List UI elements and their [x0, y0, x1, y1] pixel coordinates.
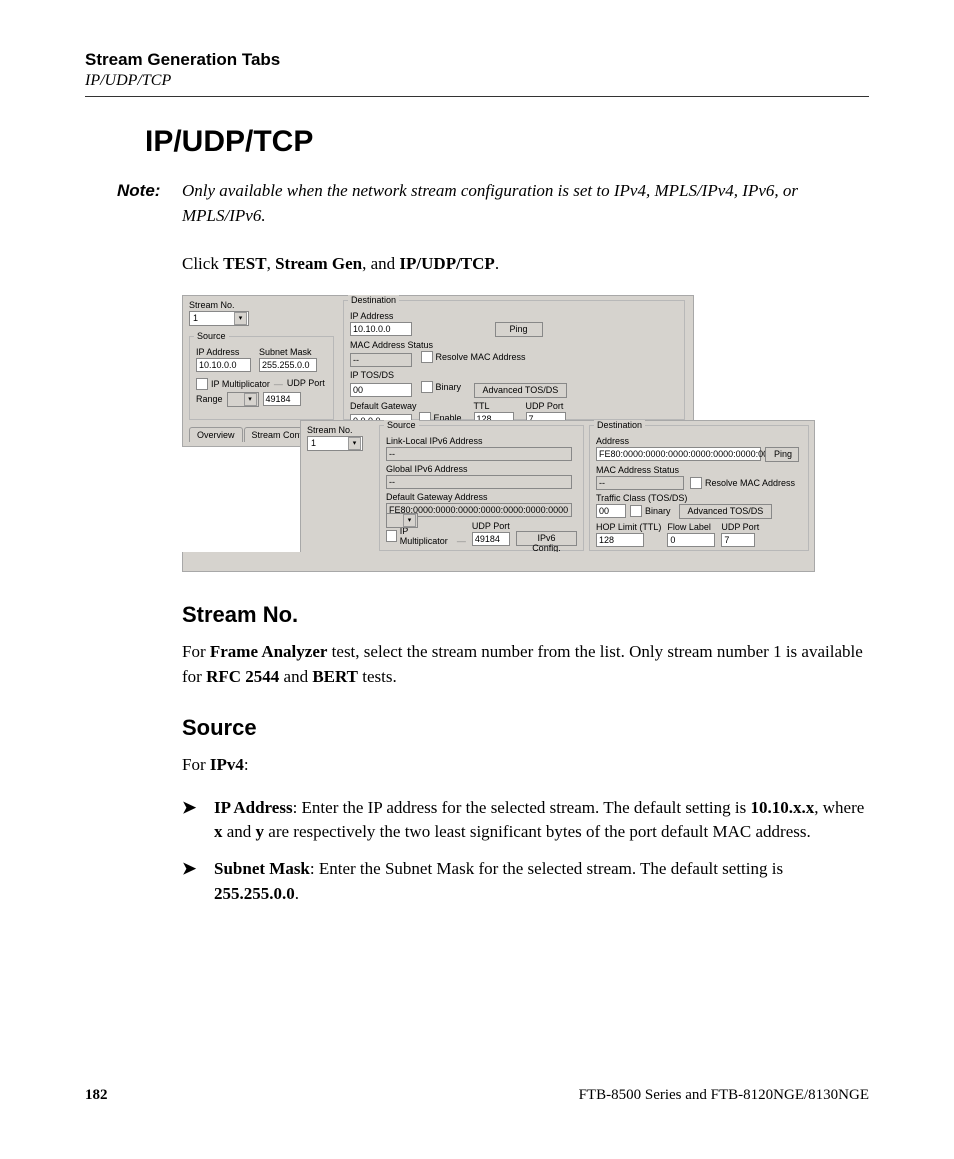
- traffic-class-input[interactable]: 00: [596, 504, 626, 518]
- bullet-arrow-icon: ➤: [182, 796, 214, 845]
- mac-status-field-bot: --: [596, 476, 684, 490]
- udp-port-label-bot: UDP Port: [472, 521, 510, 531]
- header-rule: [85, 96, 869, 97]
- bullet-ip-address: ➤ IP Address: Enter the IP address for t…: [182, 796, 869, 845]
- stream-no-label-bot: Stream No.: [307, 425, 373, 435]
- ip-tos-label: IP TOS/DS: [350, 370, 678, 380]
- subnet-mask-label: Subnet Mask: [259, 347, 317, 357]
- ui-screenshot: Stream No. 1▾ Source IP Address 10.10.0.…: [182, 295, 869, 572]
- section-title-stream-no: Stream No.: [182, 602, 869, 628]
- note-label: Note:: [117, 179, 182, 228]
- chevron-down-icon: ▾: [244, 393, 257, 406]
- ip-multiplicator-checkbox-bot[interactable]: IP Multiplicator: [386, 526, 451, 546]
- dest-ip-label: IP Address: [350, 311, 678, 321]
- binary-checkbox[interactable]: Binary: [421, 381, 462, 393]
- bullet-arrow-icon: ➤: [182, 857, 214, 906]
- stream-no-dropdown[interactable]: 1▾: [189, 311, 249, 326]
- range-dropdown[interactable]: ▾: [227, 392, 259, 407]
- stream-no-paragraph: For Frame Analyzer test, select the stre…: [182, 640, 869, 689]
- ip-multiplicator-checkbox[interactable]: IP Multiplicator: [196, 378, 270, 390]
- stream-no-dropdown-bot[interactable]: 1▾: [307, 436, 363, 451]
- mac-status-label-bot: MAC Address Status: [596, 465, 802, 475]
- main-title: IP/UDP/TCP: [145, 125, 869, 159]
- hop-limit-label: HOP Limit (TTL): [596, 522, 661, 532]
- src-udp-port-input-bot[interactable]: 49184: [472, 532, 510, 546]
- default-gateway-label-bot: Default Gateway Address: [386, 492, 577, 502]
- resolve-mac-checkbox[interactable]: Resolve MAC Address: [421, 351, 526, 363]
- binary-checkbox-bot[interactable]: Binary: [630, 505, 671, 517]
- flow-label-input[interactable]: 0: [667, 533, 715, 547]
- default-gateway-label: Default Gateway: [350, 401, 462, 411]
- range-label: Range: [196, 394, 223, 404]
- ping-button-bot[interactable]: Ping: [765, 447, 799, 462]
- global-ipv6-field: --: [386, 475, 572, 489]
- advanced-tos-button-bot[interactable]: Advanced TOS/DS: [679, 504, 773, 519]
- destination-group-label-bot: Destination: [594, 420, 645, 430]
- subnet-mask-input[interactable]: 255.255.0.0: [259, 358, 317, 372]
- dest-addr-input[interactable]: FE80:0000:0000:0000:0000:0000:0000:0000: [596, 447, 761, 461]
- dest-ip-input[interactable]: 10.10.0.0: [350, 322, 412, 336]
- ip-address-label: IP Address: [196, 347, 251, 357]
- footer-product: FTB-8500 Series and FTB-8120NGE/8130NGE: [579, 1087, 869, 1104]
- ping-button[interactable]: Ping: [495, 322, 543, 337]
- dest-udp-port-label-bot: UDP Port: [721, 522, 759, 532]
- ipv6-config-button[interactable]: IPv6 Config.: [516, 531, 577, 546]
- note-text: Only available when the network stream c…: [182, 179, 869, 228]
- ip-address-input[interactable]: 10.10.0.0: [196, 358, 251, 372]
- dest-udp-port-input-bot[interactable]: 7: [721, 533, 755, 547]
- bullet-subnet-mask: ➤ Subnet Mask: Enter the Subnet Mask for…: [182, 857, 869, 906]
- source-group-label: Source: [194, 331, 229, 341]
- advanced-tos-button[interactable]: Advanced TOS/DS: [474, 383, 568, 398]
- click-instruction: Click TEST, Stream Gen, and IP/UDP/TCP.: [182, 252, 869, 277]
- traffic-class-label: Traffic Class (TOS/DS): [596, 493, 802, 503]
- bottom-tab-strip: [182, 552, 815, 572]
- dest-udp-port-label: UDP Port: [526, 401, 566, 411]
- panel-ipv6: Stream No. 1▾ Source Link-Local IPv6 Add…: [300, 420, 815, 572]
- range-dropdown-bot[interactable]: ▾: [386, 513, 418, 528]
- source-intro: For IPv4:: [182, 753, 869, 778]
- header-subtitle: IP/UDP/TCP: [85, 72, 869, 90]
- chevron-down-icon: ▾: [234, 312, 247, 325]
- header-title: Stream Generation Tabs: [85, 50, 869, 70]
- mac-status-field: --: [350, 353, 412, 367]
- hop-limit-input[interactable]: 128: [596, 533, 644, 547]
- page-number: 182: [85, 1087, 108, 1104]
- global-ipv6-label: Global IPv6 Address: [386, 464, 577, 474]
- ip-tos-input[interactable]: 00: [350, 383, 412, 397]
- section-title-source: Source: [182, 715, 869, 741]
- stream-no-label: Stream No.: [189, 300, 339, 310]
- flow-label-label: Flow Label: [667, 522, 715, 532]
- dest-addr-label: Address: [596, 436, 802, 446]
- chevron-down-icon: ▾: [403, 514, 416, 527]
- source-group-label-bot: Source: [384, 420, 419, 430]
- resolve-mac-checkbox-bot[interactable]: Resolve MAC Address: [690, 477, 795, 489]
- destination-group-label: Destination: [348, 295, 399, 305]
- tab-overview[interactable]: Overview: [189, 427, 243, 442]
- udp-port-label: UDP Port: [287, 378, 325, 388]
- ttl-label: TTL: [474, 401, 514, 411]
- mac-status-label: MAC Address Status: [350, 340, 678, 350]
- link-local-field: --: [386, 447, 572, 461]
- src-udp-port-input[interactable]: 49184: [263, 392, 301, 406]
- chevron-down-icon: ▾: [348, 437, 361, 450]
- link-local-label: Link-Local IPv6 Address: [386, 436, 577, 446]
